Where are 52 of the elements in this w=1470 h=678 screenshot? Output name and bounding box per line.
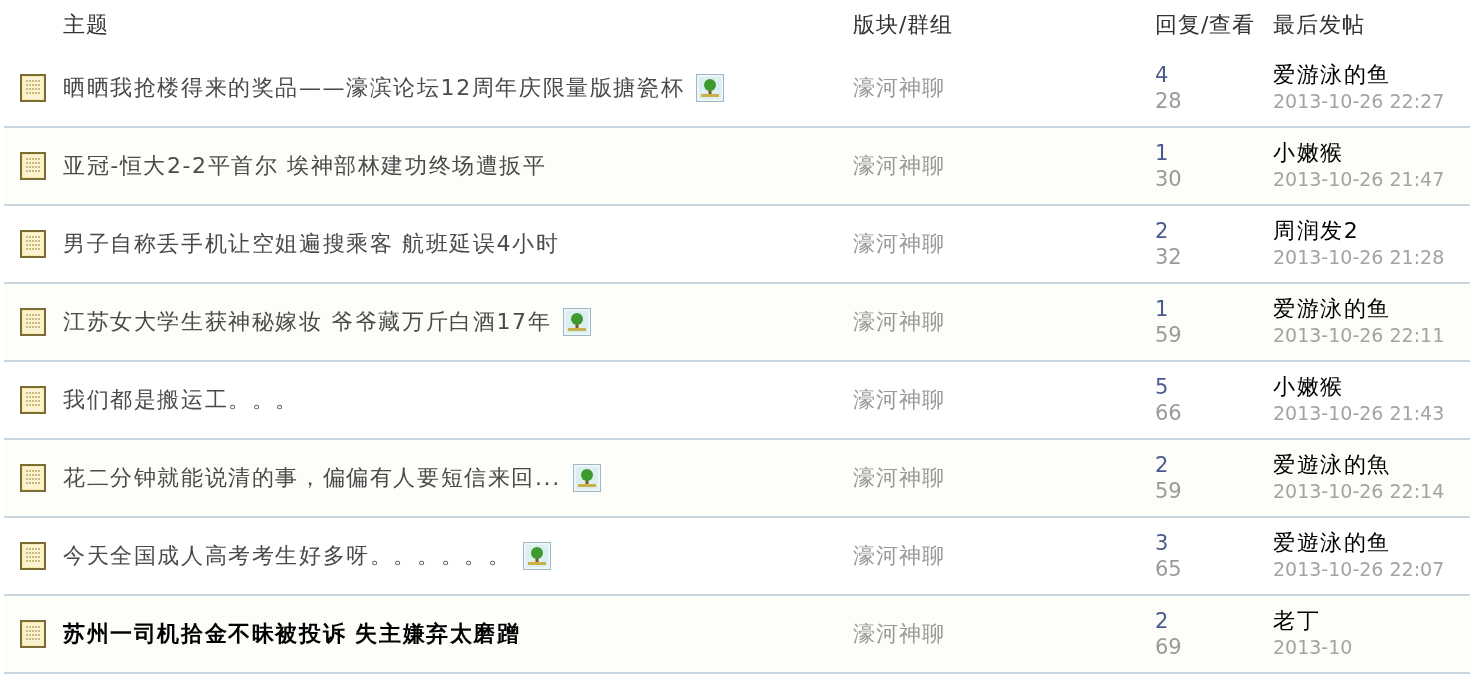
reply-count: 3: [1155, 530, 1169, 556]
reply-count: 1: [1155, 296, 1169, 322]
document-icon: [20, 464, 46, 492]
thread-title-link[interactable]: 今天全国成人高考考生好多呀。。。。。。: [63, 541, 512, 571]
reply-count: 2: [1155, 218, 1169, 244]
last-post-time: 2013-10-26 21:28: [1273, 245, 1445, 270]
view-count: 65: [1155, 556, 1182, 582]
last-poster-link[interactable]: 爱遊泳的鱼: [1273, 530, 1391, 556]
document-icon: [20, 386, 46, 414]
reply-count: 2: [1155, 608, 1169, 634]
reply-count: 4: [1155, 62, 1169, 88]
thread-title-link[interactable]: 花二分钟就能说清的事，偏偏有人要短信来回...: [63, 463, 561, 493]
last-post-time: 2013-10-26 21:43: [1273, 401, 1445, 426]
last-poster-link[interactable]: 小嫩猴: [1273, 374, 1344, 400]
last-poster-link[interactable]: 爱遊泳的魚: [1273, 452, 1391, 478]
thread-title-link[interactable]: 江苏女大学生获神秘嫁妆 爷爷藏万斤白酒17年: [63, 307, 552, 337]
last-post-time: 2013-10-26 22:14: [1273, 479, 1445, 504]
view-count: 28: [1155, 88, 1182, 114]
last-post-time: 2013-10-26 22:27: [1273, 89, 1445, 114]
last-post-time: 2013-10-26 22:07: [1273, 557, 1445, 582]
thread-title-link[interactable]: 晒晒我抢楼得来的奖品——濠滨论坛12周年庆限量版搪瓷杯: [63, 73, 685, 103]
reply-count: 2: [1155, 452, 1169, 478]
view-count: 66: [1155, 400, 1182, 426]
column-header: 最后发帖: [1273, 11, 1365, 39]
reply-count: 1: [1155, 140, 1169, 166]
column-header: 主题: [63, 11, 109, 39]
document-icon: [20, 74, 46, 102]
reply-count: 5: [1155, 374, 1169, 400]
document-icon: [20, 542, 46, 570]
document-icon: [20, 620, 46, 648]
last-post-time: 2013-10: [1273, 635, 1353, 660]
thread-title-link[interactable]: 亚冠-恒大2-2平首尔 埃神部林建功终场遭扳平: [63, 151, 547, 181]
last-post-time: 2013-10-26 22:11: [1273, 323, 1445, 348]
last-poster-link[interactable]: 小嫩猴: [1273, 140, 1344, 166]
view-count: 69: [1155, 634, 1182, 660]
last-poster-link[interactable]: 老丁: [1273, 608, 1321, 634]
view-count: 59: [1155, 478, 1182, 504]
document-icon: [20, 230, 46, 258]
thread-title-link[interactable]: 我们都是搬运工。。。: [63, 385, 299, 415]
document-icon: [20, 308, 46, 336]
thread-title-link[interactable]: 苏州一司机拾金不昧被投诉 失主嫌弃太磨蹭: [63, 619, 521, 649]
column-header: 版块/群组: [853, 11, 954, 39]
view-count: 59: [1155, 322, 1182, 348]
last-poster-link[interactable]: 爱游泳的鱼: [1273, 62, 1391, 88]
last-post-time: 2013-10-26 21:47: [1273, 167, 1445, 192]
column-header: 回复/查看: [1155, 11, 1256, 39]
view-count: 30: [1155, 166, 1182, 192]
view-count: 32: [1155, 244, 1182, 270]
last-poster-link[interactable]: 周润发2: [1273, 218, 1360, 244]
last-poster-link[interactable]: 爱游泳的鱼: [1273, 296, 1391, 322]
thread-title-link[interactable]: 男子自称丢手机让空姐遍搜乘客 航班延误4小时: [63, 229, 560, 259]
document-icon: [20, 152, 46, 180]
